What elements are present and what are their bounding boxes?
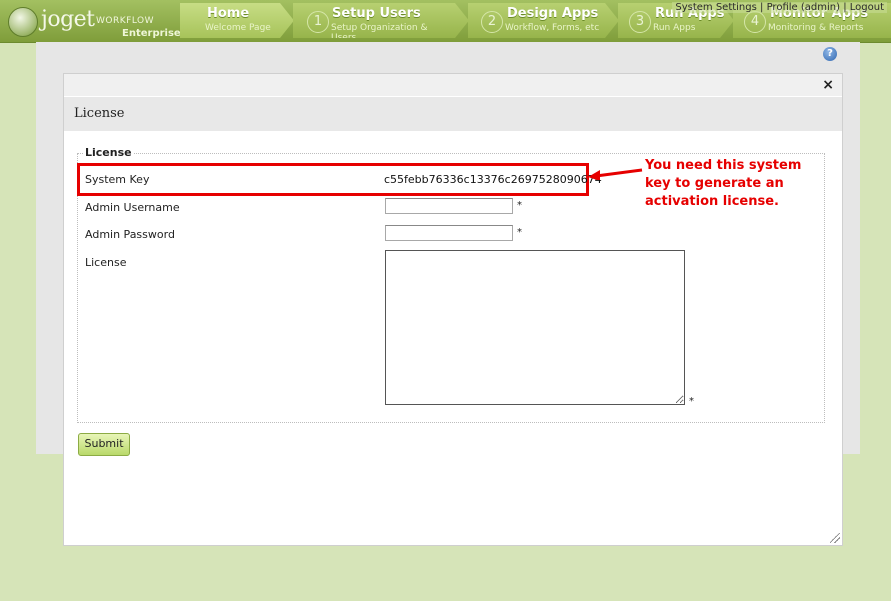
required-marker: * bbox=[517, 200, 522, 211]
nav-tab-subtitle: Monitoring & Reports bbox=[768, 23, 864, 33]
nav-tab-design-apps[interactable]: 2 Design Apps Workflow, Forms, etc bbox=[468, 3, 619, 38]
fieldset-legend: License bbox=[83, 146, 134, 159]
logo-edition: Enterprise bbox=[122, 28, 181, 39]
logo-icon bbox=[8, 7, 38, 37]
admin-password-input[interactable] bbox=[385, 225, 513, 241]
nav-tab-subtitle: Run Apps bbox=[653, 23, 696, 33]
nav-tab-title: Setup Users bbox=[332, 6, 421, 21]
resize-grip-icon[interactable] bbox=[830, 533, 840, 543]
separator: | bbox=[843, 2, 847, 13]
help-icon[interactable]: ? bbox=[823, 47, 837, 61]
profile-link[interactable]: Profile (admin) bbox=[767, 2, 840, 13]
annotation-text: You need this system key to generate an … bbox=[645, 158, 802, 209]
submit-button[interactable]: Submit bbox=[78, 433, 130, 456]
user-links: System Settings | Profile (admin) | Logo… bbox=[672, 2, 887, 13]
annotation-arrow-icon bbox=[588, 168, 643, 180]
license-textarea[interactable] bbox=[385, 250, 685, 405]
admin-username-label: Admin Username bbox=[85, 201, 180, 214]
system-settings-link[interactable]: System Settings bbox=[675, 2, 756, 13]
nav-tab-subtitle: Welcome Page bbox=[205, 23, 271, 33]
dialog-titlebar[interactable]: × bbox=[64, 74, 842, 96]
license-dialog: × License License System Key c55febb7633… bbox=[63, 73, 843, 546]
step-number-icon: 3 bbox=[629, 11, 651, 33]
nav-tab-home[interactable]: Home Welcome Page bbox=[180, 3, 294, 38]
logo-product: WORKFLOW bbox=[96, 16, 154, 26]
close-icon[interactable]: × bbox=[822, 77, 834, 93]
dialog-title: License bbox=[74, 106, 125, 121]
system-key-value: c55febb76336c13376c2697528090674 bbox=[384, 173, 602, 186]
step-number-icon: 4 bbox=[744, 11, 766, 33]
license-label: License bbox=[85, 256, 127, 269]
required-marker: * bbox=[517, 227, 522, 238]
logout-link[interactable]: Logout bbox=[850, 2, 884, 13]
system-key-label: System Key bbox=[85, 173, 150, 186]
step-number-icon: 2 bbox=[481, 11, 503, 33]
admin-username-input[interactable] bbox=[385, 198, 513, 214]
nav-tab-subtitle: Workflow, Forms, etc bbox=[505, 23, 600, 33]
step-number-icon: 1 bbox=[307, 11, 329, 33]
required-marker: * bbox=[689, 396, 694, 407]
nav-tab-title: Design Apps bbox=[507, 6, 599, 21]
nav-tab-setup-users[interactable]: 1 Setup Users Setup Organization & Users bbox=[293, 3, 469, 38]
nav-tab-subtitle: Setup Organization & Users bbox=[331, 23, 428, 43]
admin-password-label: Admin Password bbox=[85, 228, 175, 241]
logo-brand: joget bbox=[41, 7, 95, 32]
dialog-header: License bbox=[64, 97, 842, 131]
separator: | bbox=[760, 2, 764, 13]
nav-tab-title: Home bbox=[207, 6, 250, 21]
top-navigation-bar: joget WORKFLOW Enterprise Home Welcome P… bbox=[0, 0, 891, 43]
joget-logo[interactable]: joget WORKFLOW Enterprise bbox=[6, 4, 181, 39]
